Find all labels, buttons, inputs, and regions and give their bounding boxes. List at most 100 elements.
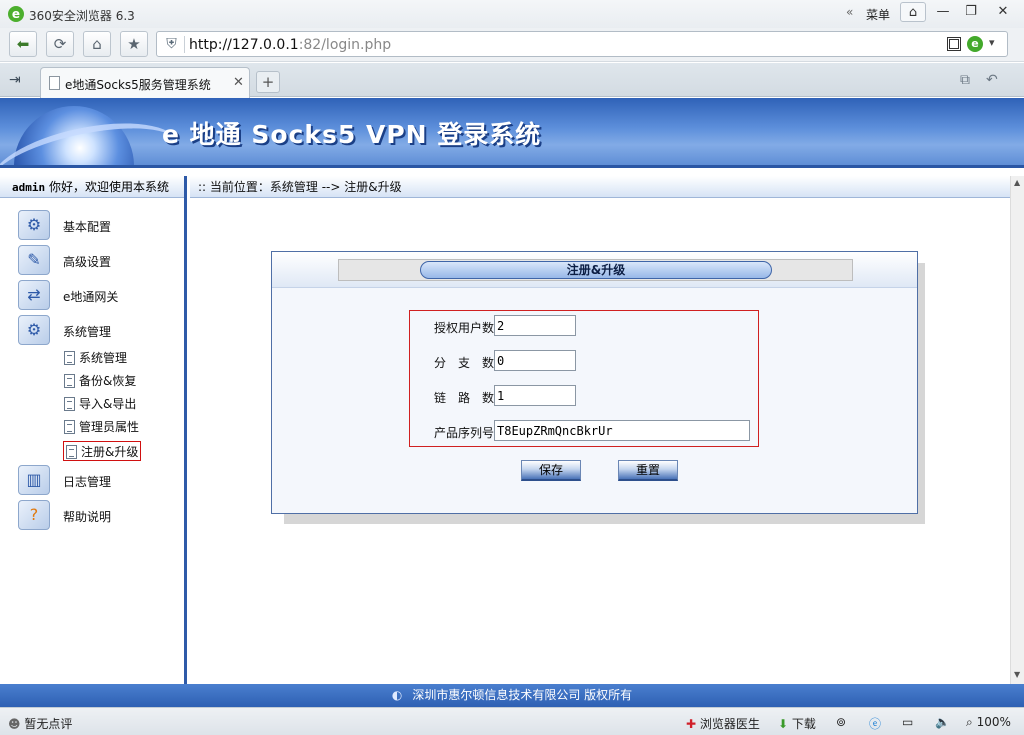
document-icon — [64, 350, 75, 365]
scroll-up-icon[interactable]: ▲ — [1014, 178, 1020, 187]
security-shield-icon[interactable]: ⛨ — [163, 36, 180, 53]
subitem-label: 注册&升级 — [81, 445, 139, 459]
copyright-text: 深圳市惠尔顿信息技术有限公司 版权所有 — [412, 688, 633, 702]
save-button[interactable]: 保存 — [521, 460, 581, 481]
tab-title: e地通Socks5服务管理系统 — [65, 78, 211, 92]
zoom-control[interactable]: ⌕ 100% — [966, 715, 1011, 730]
sidebar-item-label: 日志管理 — [63, 475, 112, 489]
page-icon — [49, 76, 60, 90]
qr-code-icon[interactable] — [947, 37, 961, 51]
sidebar-item-label: 高级设置 — [63, 255, 112, 269]
menu-collapse-icon[interactable]: « — [846, 5, 853, 19]
panel-title: 注册&升级 — [420, 261, 772, 279]
zoom-level: 100% — [976, 715, 1011, 729]
doctor-label: 浏览器医生 — [699, 717, 760, 731]
proxy-icon[interactable]: ⊚ — [836, 715, 846, 729]
advanced-settings-icon: ✎ — [18, 245, 50, 275]
links-field[interactable] — [494, 385, 576, 406]
serial-number-label: 产品序列号 — [434, 426, 495, 440]
subitem-label: 系统管理 — [79, 351, 128, 365]
company-logo-icon: ◐ — [391, 688, 403, 702]
system-management-icon: ⚙ — [18, 315, 50, 345]
url-text[interactable]: http://127.0.0.1:82/login.php — [189, 37, 391, 53]
register-upgrade-panel: 注册&升级 授权用户数 分 支 数 链 路 数 产品序列号 保存 重置 — [271, 251, 918, 514]
scroll-down-icon[interactable]: ▼ — [1014, 670, 1020, 679]
branches-label: 分 支 数 — [434, 356, 495, 370]
welcome-text: 你好，欢迎使用本系统 — [45, 180, 169, 194]
reset-button[interactable]: 重置 — [618, 460, 678, 481]
comment-status[interactable]: ☻ 暂无点评 — [8, 715, 72, 732]
sidebar-toggle-icon[interactable]: ⇥ — [9, 72, 21, 88]
serial-number-field[interactable] — [494, 420, 750, 441]
tab-active[interactable]: e地通Socks5服务管理系统 ✕ — [40, 67, 250, 98]
comment-label: 暂无点评 — [24, 717, 73, 731]
restore-tab-icon[interactable]: ⧉ — [960, 72, 970, 88]
skin-icon[interactable]: ⌂ — [900, 2, 926, 22]
browser-menu-button[interactable]: 菜单 — [866, 6, 890, 23]
log-icon: ▥ — [18, 465, 50, 495]
url-host: http://127.0.0.1 — [189, 37, 299, 53]
engine-dropdown-icon[interactable]: ▾ — [989, 36, 995, 49]
sidebar-item-label: 帮助说明 — [63, 510, 112, 524]
restore-icon[interactable]: ❐ — [958, 2, 984, 22]
minimize-icon[interactable]: — — [930, 2, 956, 22]
help-icon: ? — [18, 500, 50, 530]
undo-close-icon[interactable]: ↶ — [986, 72, 998, 88]
zoom-icon: ⌕ — [966, 715, 973, 729]
document-icon — [64, 396, 75, 411]
navigation-bar: ⬅ ⟳ ⌂ ★ ⛨ http://127.0.0.1:82/login.php … — [0, 28, 1024, 62]
browser-title-bar: e 360安全浏览器 6.3 « 菜单 ⌂ — ❐ ✕ — [0, 0, 1024, 28]
browser-doctor-button[interactable]: ✚ 浏览器医生 — [686, 715, 760, 732]
page-footer: ◐ 深圳市惠尔顿信息技术有限公司 版权所有 — [0, 684, 1024, 707]
subitem-import-export[interactable]: 导入&导出 — [64, 395, 136, 415]
download-button[interactable]: ⬇ 下载 — [778, 715, 816, 732]
username: admin — [12, 181, 46, 194]
vertical-scrollbar[interactable]: ▲ ▼ — [1010, 176, 1024, 684]
branches-field[interactable] — [494, 350, 576, 371]
download-label: 下载 — [791, 717, 816, 731]
subitem-system-management[interactable]: 系统管理 — [64, 349, 127, 369]
settings-icon: ⚙ — [18, 210, 50, 240]
close-window-icon[interactable]: ✕ — [990, 2, 1016, 22]
subitem-admin-properties[interactable]: 管理员属性 — [64, 418, 139, 438]
home-button[interactable]: ⌂ — [83, 31, 111, 57]
licensed-users-field[interactable] — [494, 315, 576, 336]
browser-logo-icon: e — [8, 6, 24, 22]
favorite-star-button[interactable]: ★ — [120, 31, 148, 57]
licensed-users-label: 授权用户数 — [434, 321, 495, 335]
gateway-icon: ⇄ — [18, 280, 50, 310]
volume-icon[interactable]: 🔈 — [935, 715, 950, 729]
subitem-label: 导入&导出 — [79, 397, 137, 411]
window-mode-icon[interactable]: ▭ — [902, 715, 913, 729]
new-tab-button[interactable]: + — [256, 71, 280, 93]
download-icon: ⬇ — [778, 717, 789, 731]
address-separator — [184, 36, 185, 53]
browser-engine-icon[interactable]: e — [967, 36, 983, 52]
subitem-backup-restore[interactable]: 备份&恢复 — [64, 372, 136, 392]
sidebar-item-label: 基本配置 — [63, 220, 112, 234]
sidebar-item-label: 系统管理 — [63, 325, 112, 339]
window-title: 360安全浏览器 6.3 — [29, 9, 135, 23]
document-icon — [64, 373, 75, 388]
subitem-label: 备份&恢复 — [79, 374, 137, 388]
links-label: 链 路 数 — [434, 391, 495, 405]
subitem-label: 管理员属性 — [79, 420, 140, 434]
tab-bar: ⇥ e地通Socks5服务管理系统 ✕ + ⧉ ↶ — [0, 63, 1024, 98]
comment-icon: ☻ — [8, 717, 21, 731]
license-form: 授权用户数 分 支 数 链 路 数 产品序列号 — [409, 310, 759, 447]
ie-mode-icon[interactable]: ⓔ — [869, 715, 881, 732]
doctor-icon: ✚ — [686, 717, 697, 731]
refresh-button[interactable]: ⟳ — [46, 31, 74, 57]
sidebar-item-label: e地通网关 — [63, 290, 119, 304]
panel-header: 注册&升级 — [272, 252, 917, 288]
sidebar: admin 你好，欢迎使用本系统 ⚙ 基本配置 ✎ 高级设置 ⇄ e地通网关 ⚙… — [0, 176, 187, 684]
browser-status-bar: ☻ 暂无点评 ✚ 浏览器医生 ⬇ 下载 ⊚ ⓔ ▭ 🔈 ⌕ 100% — [0, 707, 1024, 735]
address-bar[interactable]: ⛨ http://127.0.0.1:82/login.php e ▾ — [156, 31, 1008, 57]
welcome-bar: admin 你好，欢迎使用本系统 — [0, 176, 184, 198]
back-button[interactable]: ⬅ — [9, 31, 37, 57]
document-icon — [66, 444, 77, 459]
close-tab-icon[interactable]: ✕ — [233, 75, 244, 90]
subitem-register-upgrade[interactable]: 注册&升级 — [63, 441, 142, 461]
document-icon — [64, 419, 75, 434]
url-path: :82/login.php — [298, 37, 392, 53]
